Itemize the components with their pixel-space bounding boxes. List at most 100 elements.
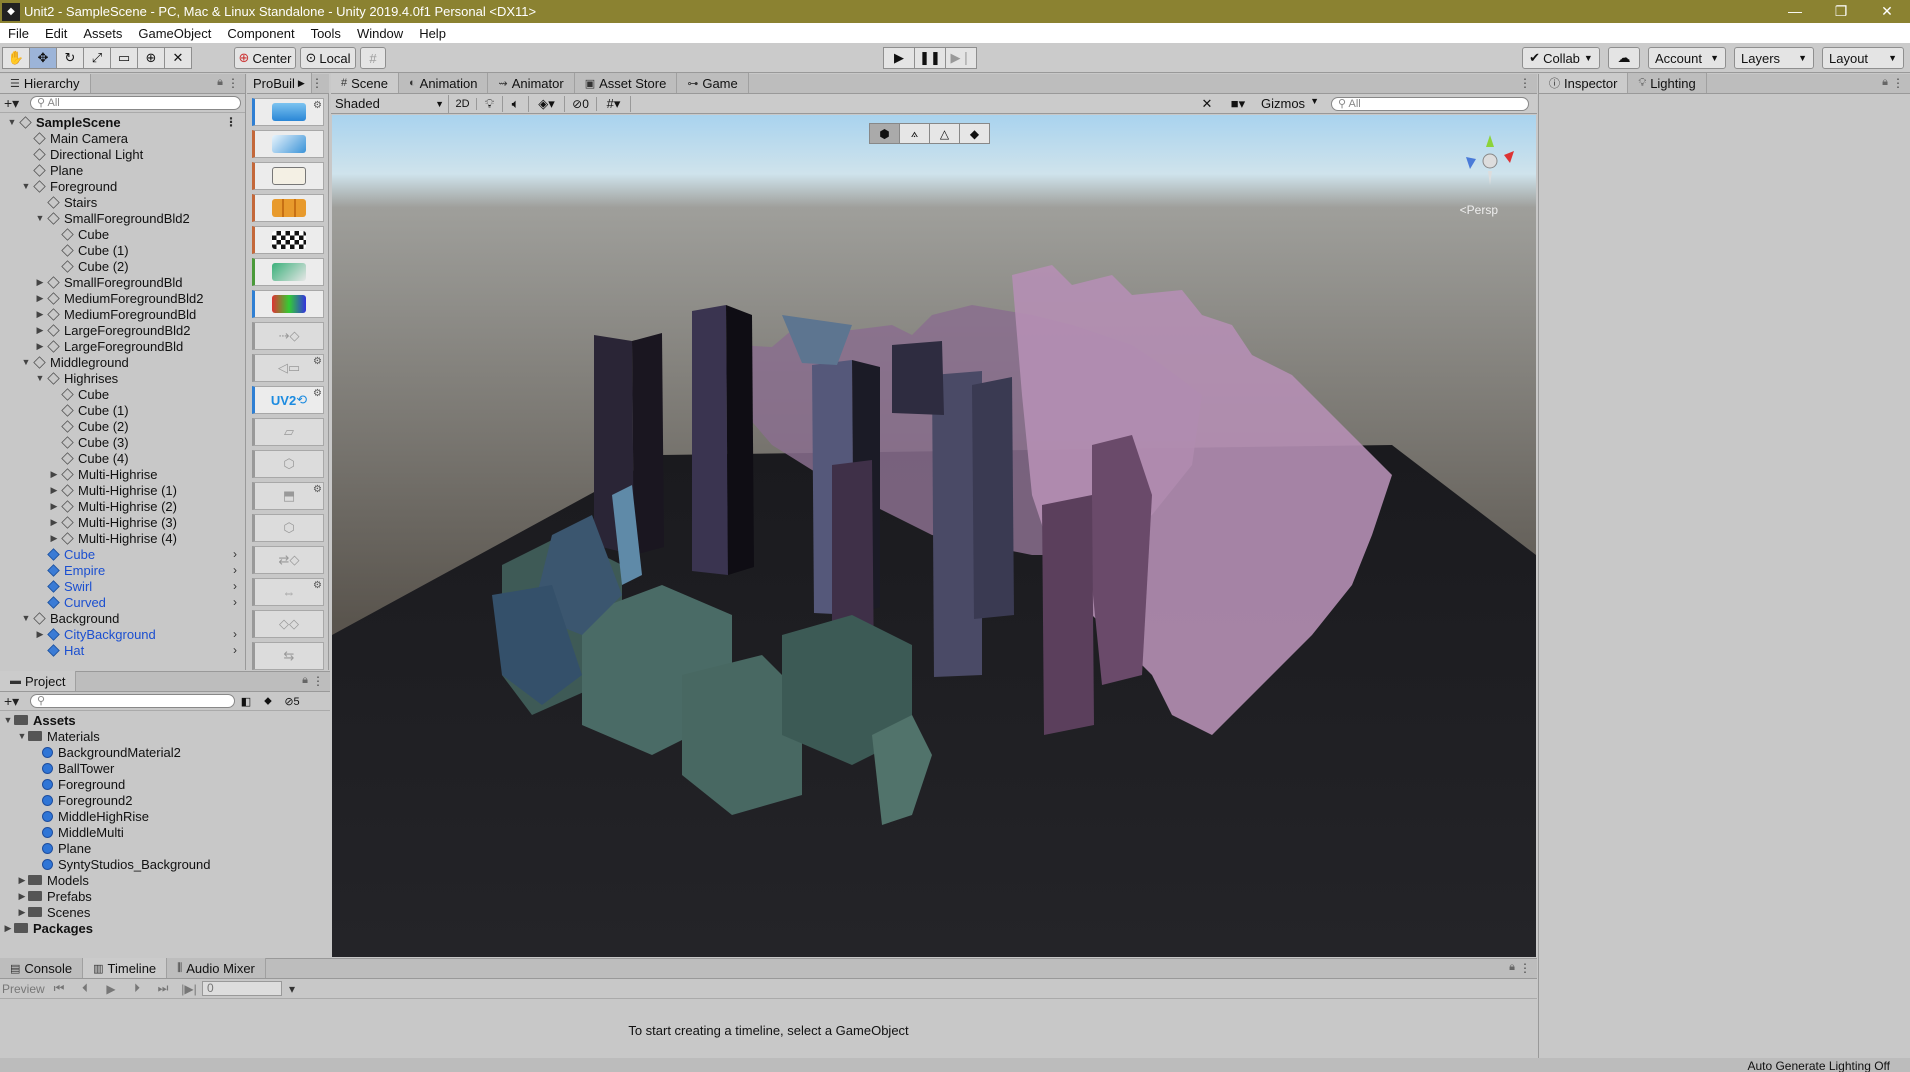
kebab-menu-icon[interactable]: ⋮ xyxy=(1892,76,1904,90)
collapsed-arrow-icon[interactable]: ▶ xyxy=(34,293,46,304)
project-row[interactable]: SyntyStudios_Background xyxy=(0,856,330,872)
hierarchy-row[interactable]: Swirl › xyxy=(0,578,245,594)
pivot-button[interactable]: ⬡ xyxy=(252,450,324,478)
frame-input[interactable]: 0 xyxy=(202,981,282,996)
play-range-icon[interactable]: |▶| xyxy=(176,982,202,996)
first-frame-icon[interactable]: ⏮ xyxy=(46,981,72,996)
move-tool-icon[interactable]: ✥ xyxy=(29,47,57,69)
expanded-arrow-icon[interactable]: ▼ xyxy=(20,613,32,623)
lock-icon[interactable]: 🔒︎ xyxy=(302,674,308,687)
tab-animation[interactable]: ◐ Animation xyxy=(399,73,489,93)
hierarchy-row[interactable]: Cube (2) xyxy=(0,418,245,434)
pause-icon[interactable]: ❚❚ xyxy=(914,47,946,69)
preview-button[interactable]: Preview xyxy=(0,982,46,996)
hierarchy-row[interactable]: ▼ Middleground xyxy=(0,354,245,370)
hierarchy-row[interactable]: Stairs xyxy=(0,194,245,210)
collapsed-arrow-icon[interactable]: ▶ xyxy=(48,517,60,528)
audio-toggle-icon[interactable]: 🔈︎ xyxy=(503,95,529,112)
project-row[interactable]: ▼ Assets xyxy=(0,712,330,728)
project-row[interactable]: ▼ Materials xyxy=(0,728,330,744)
hierarchy-row[interactable]: ▼ Foreground xyxy=(0,178,245,194)
kebab-menu-icon[interactable]: ⋮ xyxy=(227,76,239,90)
gear-icon[interactable]: ⚙ xyxy=(313,100,322,111)
chevron-right-icon[interactable]: › xyxy=(233,579,237,593)
expanded-arrow-icon[interactable]: ▼ xyxy=(20,181,32,191)
tab-project[interactable]: ▬ Project xyxy=(0,671,77,691)
expanded-arrow-icon[interactable]: ▼ xyxy=(16,731,28,741)
hierarchy-search-input[interactable]: ⚲ All xyxy=(30,96,241,110)
hierarchy-row[interactable]: Cube (2) xyxy=(0,258,245,274)
tab-inspector[interactable]: ⓘ Inspector xyxy=(1539,73,1629,93)
hierarchy-row[interactable]: ▶ Multi-Highrise (1) xyxy=(0,482,245,498)
chevron-right-icon[interactable]: › xyxy=(233,595,237,609)
kebab-menu-icon[interactable]: ⋮ xyxy=(311,76,323,90)
hierarchy-row[interactable]: Hat › xyxy=(0,642,245,658)
freeze-button[interactable]: ▱ xyxy=(252,418,324,446)
tab-game[interactable]: ⊶ Game xyxy=(677,73,749,93)
mirror-button[interactable]: ⇢◇ xyxy=(252,322,324,350)
merge-button[interactable]: ⇔ ⚙ xyxy=(252,578,324,606)
chevron-right-icon[interactable]: › xyxy=(233,643,237,657)
vertex-mode-icon[interactable]: ⟑ xyxy=(899,123,930,144)
collapsed-arrow-icon[interactable]: ▶ xyxy=(2,923,14,934)
gear-icon[interactable]: ⚙ xyxy=(313,388,322,399)
hierarchy-row[interactable]: Cube xyxy=(0,386,245,402)
kebab-menu-icon[interactable]: ⋮ xyxy=(225,115,237,129)
minimize-icon[interactable]: — xyxy=(1772,0,1818,23)
lock-icon[interactable]: 🔒︎ xyxy=(1509,961,1515,974)
menu-tools[interactable]: Tools xyxy=(303,26,349,41)
menu-edit[interactable]: Edit xyxy=(37,26,75,41)
vertex-colors-button[interactable] xyxy=(252,258,324,286)
last-frame-icon[interactable]: ⏭ xyxy=(150,981,176,996)
collab-button[interactable]: ✔ Collab ▼ xyxy=(1522,47,1600,69)
hierarchy-row[interactable]: Cube xyxy=(0,226,245,242)
triangulate-button[interactable]: ⬡ xyxy=(252,514,324,542)
step-icon[interactable]: ▶❘ xyxy=(945,47,977,69)
create-dropdown[interactable]: +▾ xyxy=(4,95,30,112)
hierarchy-row[interactable]: ▼ SampleScene ⋮ xyxy=(0,114,245,130)
camera-dropdown-icon[interactable]: ■▾ xyxy=(1221,96,1255,112)
hierarchy-row[interactable]: ▶ Multi-Highrise xyxy=(0,466,245,482)
persp-label-wrap[interactable]: <Persp xyxy=(1460,203,1498,217)
extrude-button[interactable]: ⬒ ⚙ xyxy=(252,482,324,510)
play-icon[interactable]: ▶ xyxy=(883,47,915,69)
chevron-down-icon[interactable]: ▾ xyxy=(282,982,302,996)
hierarchy-row[interactable]: Empire › xyxy=(0,562,245,578)
hierarchy-row[interactable]: ▶ Multi-Highrise (3) xyxy=(0,514,245,530)
project-row[interactable]: ▶ Models xyxy=(0,872,330,888)
project-row[interactable]: Foreground2 xyxy=(0,792,330,808)
lock-icon[interactable]: 🔒︎ xyxy=(1882,76,1888,89)
hierarchy-row[interactable]: Cube (1) xyxy=(0,242,245,258)
shading-mode-dropdown[interactable]: Shaded ▼ xyxy=(331,94,449,113)
hierarchy-row[interactable]: ▶ LargeForegroundBld2 xyxy=(0,322,245,338)
material-editor-button[interactable] xyxy=(252,194,324,222)
object-mode-icon[interactable]: ⬢ xyxy=(869,123,900,144)
tab-timeline[interactable]: ▥ Timeline xyxy=(83,958,168,978)
next-frame-icon[interactable]: ⏵ xyxy=(124,981,150,996)
project-row[interactable]: ▶ Prefabs xyxy=(0,888,330,904)
collapsed-arrow-icon[interactable]: ▶ xyxy=(48,485,60,496)
tab-probuilder[interactable]: ProBuil ▶ xyxy=(247,73,312,93)
uv2-button[interactable]: UV2 ⟲ ⚙ xyxy=(252,386,324,414)
gear-icon[interactable]: ⚙ xyxy=(313,484,322,495)
expanded-arrow-icon[interactable]: ▼ xyxy=(6,117,18,127)
face-mode-icon[interactable]: ◆ xyxy=(959,123,990,144)
export-button[interactable]: ⇄◇ xyxy=(252,546,324,574)
hierarchy-row[interactable]: ▶ CityBackground › xyxy=(0,626,245,642)
probuilderize-button[interactable]: ⇆ xyxy=(252,642,324,670)
account-dropdown[interactable]: Account ▼ xyxy=(1648,47,1726,69)
project-row[interactable]: BallTower xyxy=(0,760,330,776)
subdivide-button[interactable]: ◇◇ xyxy=(252,610,324,638)
flip-normals-button[interactable]: ◁▭ ⚙ xyxy=(252,354,324,382)
collapsed-arrow-icon[interactable]: ▶ xyxy=(34,325,46,336)
collapsed-arrow-icon[interactable]: ▶ xyxy=(16,891,28,902)
tab-audio-mixer[interactable]: ⫼ Audio Mixer xyxy=(167,958,266,978)
orientation-gizmo[interactable] xyxy=(1460,129,1520,189)
expanded-arrow-icon[interactable]: ▼ xyxy=(2,715,14,725)
pivot-center-button[interactable]: ⊕ Center xyxy=(234,47,296,69)
hierarchy-row[interactable]: Cube › xyxy=(0,546,245,562)
hierarchy-row[interactable]: Cube (3) xyxy=(0,434,245,450)
create-dropdown[interactable]: +▾ xyxy=(4,693,30,710)
pivot-local-button[interactable]: ⊙ Local xyxy=(300,47,356,69)
tab-hierarchy[interactable]: ☰ Hierarchy xyxy=(0,74,91,93)
